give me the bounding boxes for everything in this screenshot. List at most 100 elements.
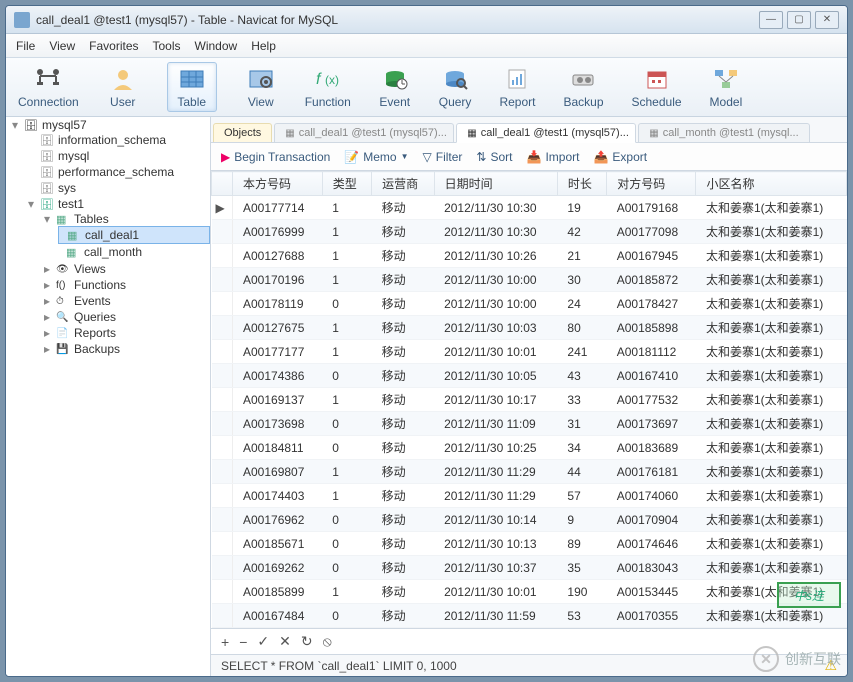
tree-node-events[interactable]: ▸⏱Events <box>42 293 210 309</box>
connection-icon <box>32 65 64 93</box>
tree-node-backups[interactable]: ▸💾Backups <box>42 341 210 357</box>
toolbar-backup[interactable]: Backup <box>563 65 603 109</box>
table-row[interactable]: A001692620移动2012/11/30 10:3735A00183043太… <box>212 556 847 580</box>
table-row[interactable]: A001744031移动2012/11/30 11:2957A00174060太… <box>212 484 847 508</box>
tree-node-reports[interactable]: ▸📄Reports <box>42 325 210 341</box>
report-icon <box>501 65 533 93</box>
app-icon <box>14 12 30 28</box>
toolbar-event[interactable]: Event <box>379 65 411 109</box>
tree-connection[interactable]: mysql57 <box>42 118 87 132</box>
menu-view[interactable]: View <box>49 39 75 53</box>
tree-tables-folder[interactable]: Tables <box>74 212 109 226</box>
data-grid[interactable]: 本方号码类型运营商日期时间时长对方号码小区名称 ▶A001777141移动201… <box>211 171 847 628</box>
table-icon <box>176 65 208 93</box>
begin-icon: ▶ <box>221 150 230 164</box>
sort-icon: ⇅ <box>476 150 486 164</box>
import-button[interactable]: 📥Import <box>527 150 580 164</box>
toolbar-schedule[interactable]: Schedule <box>632 65 682 109</box>
export-button[interactable]: 📤Export <box>593 150 647 164</box>
table-row[interactable]: A001856710移动2012/11/30 10:1389A00174646太… <box>212 532 847 556</box>
table-row[interactable]: A001276881移动2012/11/30 10:2621A00167945太… <box>212 244 847 268</box>
table-row[interactable]: A001674840移动2012/11/30 11:5953A00170355太… <box>212 604 847 628</box>
col-header[interactable]: 时长 <box>557 172 606 196</box>
menu-bar: File View Favorites Tools Window Help <box>6 34 847 58</box>
table-row[interactable]: A001701961移动2012/11/30 10:0030A00185872太… <box>212 268 847 292</box>
menu-window[interactable]: Window <box>195 39 238 53</box>
toolbar-report[interactable]: Report <box>499 65 535 109</box>
toolbar-query[interactable]: Query <box>439 65 472 109</box>
col-header[interactable]: 运营商 <box>372 172 434 196</box>
table-row[interactable]: A001736980移动2012/11/30 11:0931A00173697太… <box>212 412 847 436</box>
query-icon <box>439 65 471 93</box>
tree-db-information_schema[interactable]: information_schema <box>26 132 210 148</box>
watermark-logo-icon: ✕ <box>753 646 779 672</box>
tree-db-sys[interactable]: sys <box>26 180 210 196</box>
col-header[interactable]: 类型 <box>322 172 371 196</box>
maximize-button[interactable]: ▢ <box>787 11 811 29</box>
toolbar-user[interactable]: User <box>107 65 139 109</box>
table-row[interactable]: A001769620移动2012/11/30 10:149A00170904太和… <box>212 508 847 532</box>
menu-favorites[interactable]: Favorites <box>89 39 138 53</box>
tree-db-test1[interactable]: ▾test1 ▾Tables call_deal1call_month ▸👁Vi… <box>26 196 210 358</box>
tree-table-call_month[interactable]: call_month <box>58 244 210 260</box>
col-header[interactable]: 小区名称 <box>696 172 847 196</box>
memo-button[interactable]: 📝Memo▼ <box>344 150 408 164</box>
menu-file[interactable]: File <box>16 39 35 53</box>
col-header[interactable]: 本方号码 <box>233 172 323 196</box>
table-row[interactable]: A001769991移动2012/11/30 10:3042A00177098太… <box>212 220 847 244</box>
begin-transaction-button[interactable]: ▶Begin Transaction <box>221 150 330 164</box>
memo-icon: 📝 <box>344 150 359 164</box>
toolbar-model[interactable]: Model <box>710 65 743 109</box>
minimize-button[interactable]: — <box>759 11 783 29</box>
table-row[interactable]: A001276751移动2012/11/30 10:0380A00185898太… <box>212 316 847 340</box>
sort-button[interactable]: ⇅Sort <box>476 150 512 164</box>
table-row[interactable]: A001781190移动2012/11/30 10:0024A00178427太… <box>212 292 847 316</box>
filter-button[interactable]: ▽Filter <box>423 150 463 164</box>
toolbar-connection[interactable]: Connection <box>18 65 79 109</box>
import-icon: 📥 <box>527 150 542 164</box>
tab-1[interactable]: ▦call_deal1 @test1 (mysql57)... <box>274 123 454 142</box>
table-row[interactable]: A001691371移动2012/11/30 10:1733A00177532太… <box>212 388 847 412</box>
table-row[interactable]: A001858991移动2012/11/30 10:01190A00153445… <box>212 580 847 604</box>
tab-0[interactable]: Objects <box>213 123 272 142</box>
tree-node-queries[interactable]: ▸🔍Queries <box>42 309 210 325</box>
tree-node-views[interactable]: ▸👁Views <box>42 261 210 277</box>
export-icon: 📤 <box>593 150 608 164</box>
tree-table-call_deal1[interactable]: call_deal1 <box>58 226 210 244</box>
tab-2[interactable]: ▦call_deal1 @test1 (mysql57)... <box>456 123 636 143</box>
view-icon <box>245 65 277 93</box>
close-button[interactable]: ✕ <box>815 11 839 29</box>
apply-button[interactable]: ✓ <box>257 633 269 650</box>
tree-db-mysql[interactable]: mysql <box>26 148 210 164</box>
table-row[interactable]: A001698071移动2012/11/30 11:2944A00176181太… <box>212 460 847 484</box>
table-row[interactable]: A001771771移动2012/11/30 10:01241A00181112… <box>212 340 847 364</box>
menu-help[interactable]: Help <box>251 39 276 53</box>
tab-3[interactable]: ▦call_month @test1 (mysql... <box>638 123 809 142</box>
table-row[interactable]: A001848110移动2012/11/30 10:2534A00183689太… <box>212 436 847 460</box>
grid-footer-toolbar: + − ✓ ✕ ↻ ⦸ <box>211 628 847 654</box>
table-row[interactable]: ▶A001777141移动2012/11/30 10:3019A00179168… <box>212 196 847 220</box>
tree-node-functions[interactable]: ▸f()Functions <box>42 277 210 293</box>
connection-tree[interactable]: ▾mysql57 information_schemamysqlperforma… <box>6 117 211 676</box>
tree-db-performance_schema[interactable]: performance_schema <box>26 164 210 180</box>
col-header[interactable]: 日期时间 <box>434 172 557 196</box>
user-icon <box>107 65 139 93</box>
cancel-edit-button[interactable]: ✕ <box>279 633 291 650</box>
window-title: call_deal1 @test1 (mysql57) - Table - Na… <box>36 13 338 27</box>
toolbar-view[interactable]: View <box>245 65 277 109</box>
menu-tools[interactable]: Tools <box>153 39 181 53</box>
delete-row-button[interactable]: − <box>239 634 247 650</box>
watermark-text: 创新互联 <box>785 649 841 669</box>
title-bar: call_deal1 @test1 (mysql57) - Table - Na… <box>6 6 847 34</box>
add-row-button[interactable]: + <box>221 634 229 650</box>
col-header[interactable]: 对方号码 <box>607 172 696 196</box>
refresh-button[interactable]: ↻ <box>301 633 313 650</box>
function-icon: f(x) <box>312 65 344 93</box>
filter-icon: ▽ <box>423 150 432 164</box>
stop-button[interactable]: ⦸ <box>323 633 332 650</box>
table-row[interactable]: A001743860移动2012/11/30 10:0543A00167410太… <box>212 364 847 388</box>
schedule-icon <box>641 65 673 93</box>
toolbar-function[interactable]: f(x)Function <box>305 65 351 109</box>
model-icon <box>710 65 742 93</box>
toolbar-table[interactable]: Table <box>167 62 217 112</box>
